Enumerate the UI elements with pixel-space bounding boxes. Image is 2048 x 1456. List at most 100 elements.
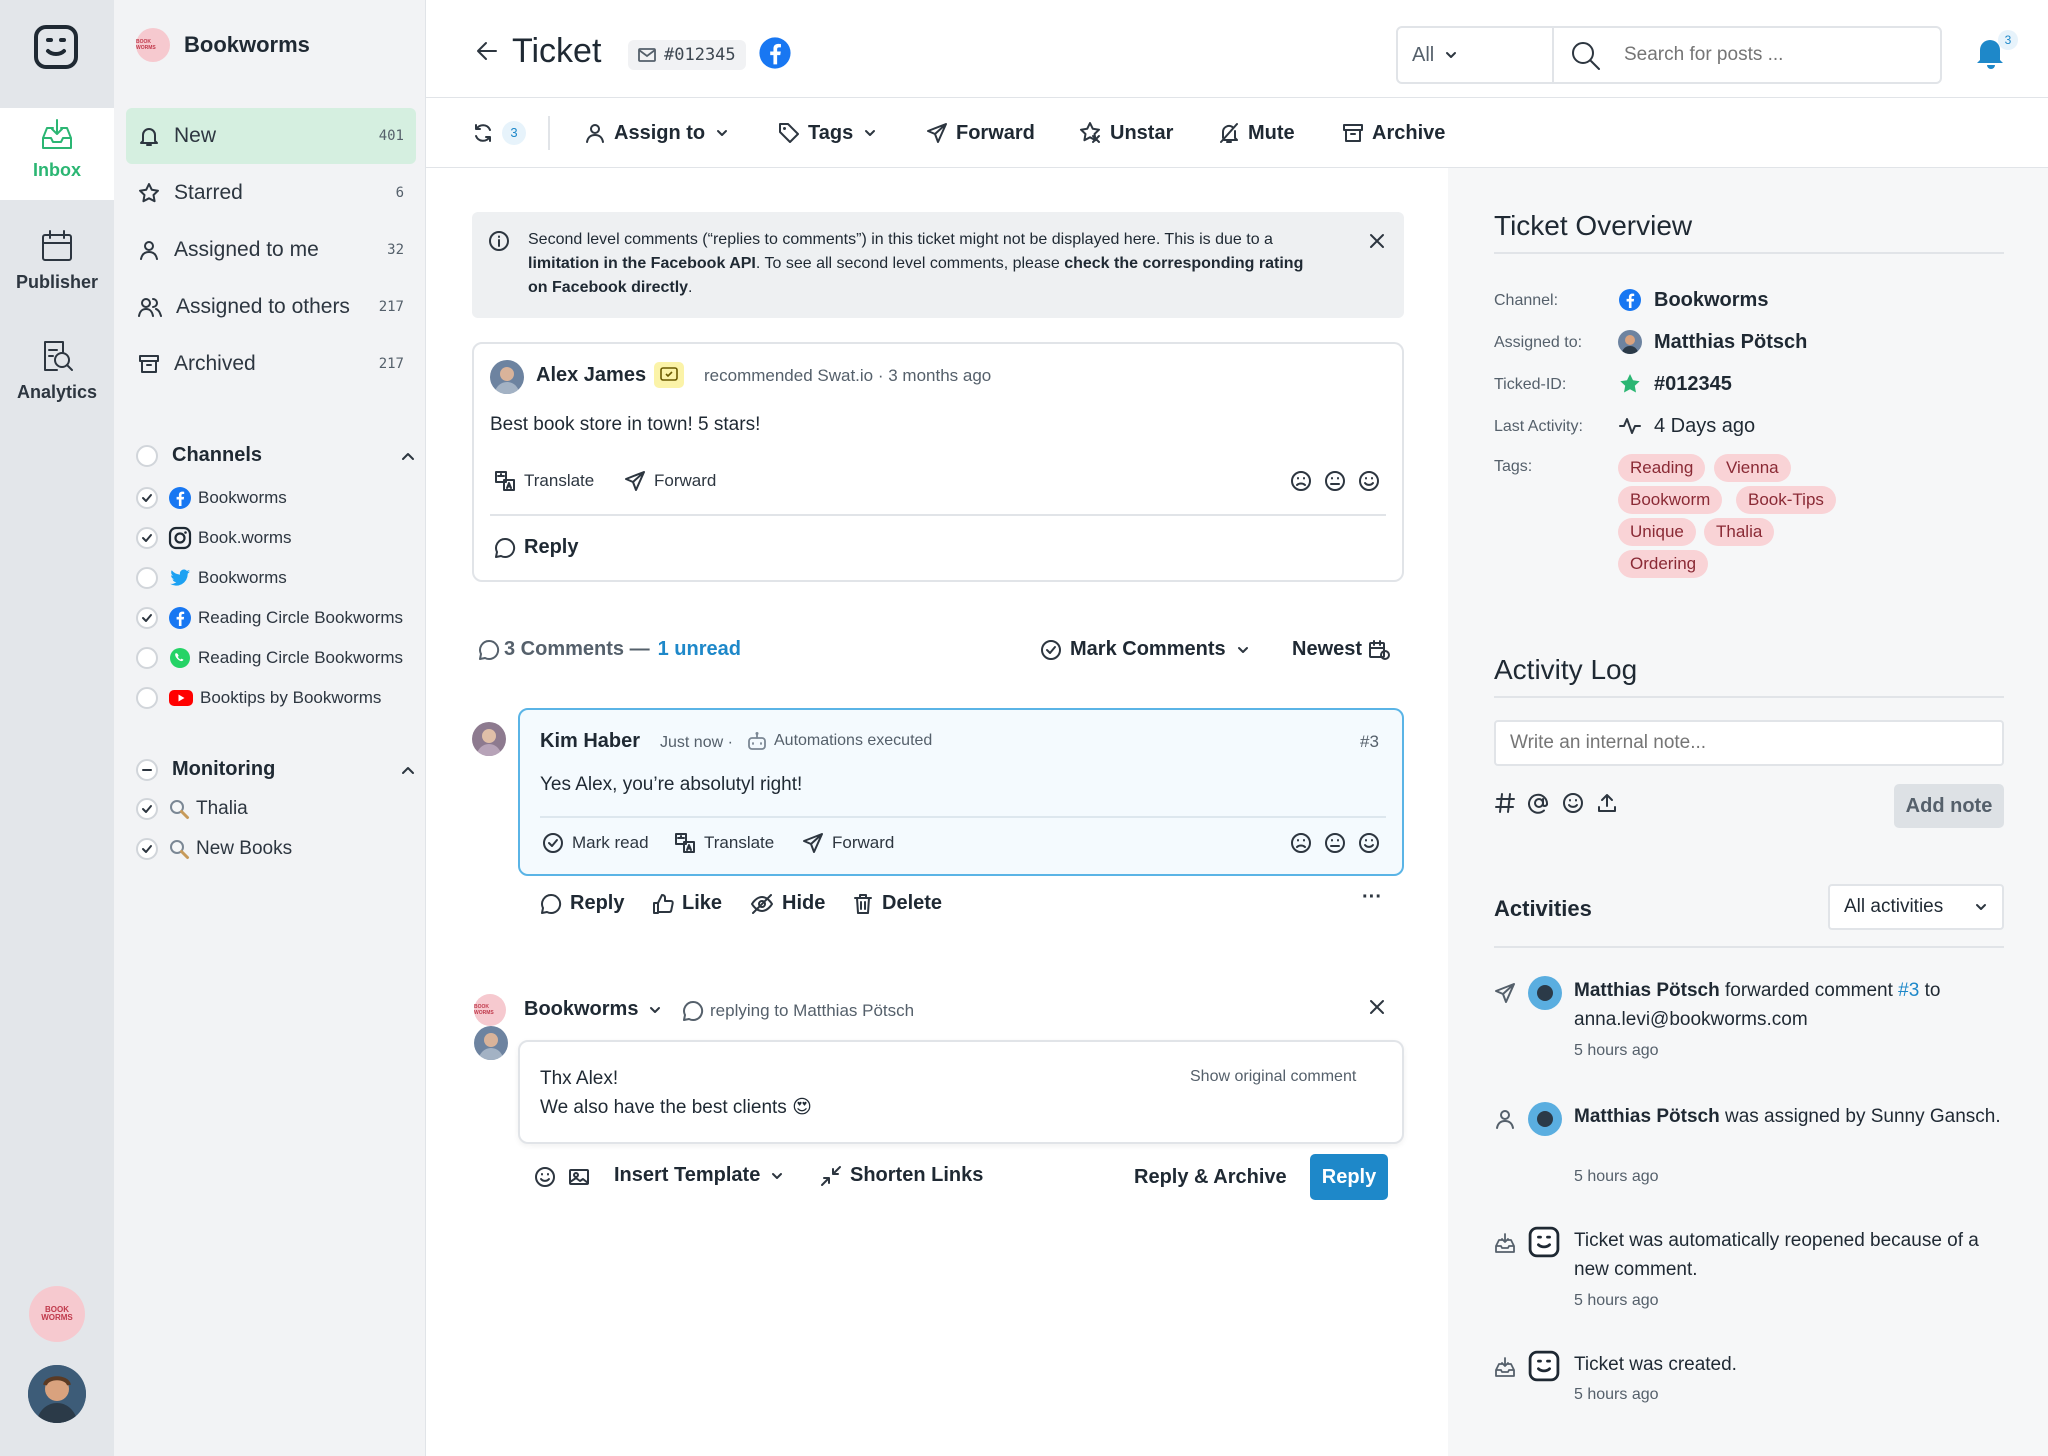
channel-row[interactable]: Book.worms — [136, 526, 426, 550]
rail-publisher[interactable]: Publisher — [0, 228, 114, 293]
emoji-icon[interactable] — [1562, 792, 1584, 814]
internal-note-input[interactable] — [1494, 720, 2004, 766]
activity-actor[interactable]: Matthias Pötsch — [1574, 1106, 1720, 1127]
check-icon[interactable] — [136, 487, 158, 509]
nav-starred[interactable]: Starred 6 — [126, 165, 416, 221]
nav-assigned-others[interactable]: Assigned to others 217 — [126, 279, 416, 335]
monitoring-select-all[interactable] — [136, 758, 158, 781]
back-arrow-icon[interactable] — [474, 38, 500, 64]
search-input[interactable] — [1624, 38, 1924, 72]
post-translate-button[interactable]: Translate — [494, 470, 594, 492]
image-icon[interactable] — [568, 1166, 590, 1188]
tag-chip[interactable]: Reading — [1618, 454, 1706, 482]
post-author[interactable]: Alex James — [536, 364, 646, 387]
chevron-up-icon[interactable] — [400, 762, 416, 778]
sad-face-icon[interactable] — [1290, 470, 1312, 492]
app-logo-icon[interactable] — [33, 24, 79, 70]
send-reply-button[interactable]: Reply — [1310, 1154, 1388, 1200]
comment-forward-button[interactable]: Forward — [802, 832, 894, 854]
comments-count[interactable]: 3 Comments — 1 unread — [478, 638, 741, 661]
chevron-up-icon[interactable] — [400, 448, 416, 464]
check-icon[interactable] — [136, 798, 158, 820]
nav-archived[interactable]: Archived 217 — [126, 336, 416, 392]
happy-face-icon[interactable] — [1358, 470, 1380, 492]
reply-account-select[interactable]: Bookworms — [524, 998, 662, 1021]
close-icon[interactable] — [1368, 232, 1386, 250]
mention-icon[interactable] — [1528, 792, 1550, 814]
overview-tags-label: Tags: — [1494, 458, 1533, 475]
emoji-icon[interactable] — [534, 1166, 556, 1188]
channel-row[interactable]: Booktips by Bookworms — [136, 686, 426, 710]
brand-header[interactable]: BOOK WORMS Bookworms — [136, 28, 310, 62]
activity-actor[interactable]: Matthias Pötsch — [1574, 980, 1720, 1001]
forward-button[interactable]: Forward — [926, 98, 1035, 168]
search-filter-select[interactable]: All — [1398, 28, 1554, 82]
reply-archive-button[interactable]: Reply & Archive — [1134, 1166, 1287, 1189]
user-avatar[interactable] — [28, 1365, 86, 1423]
more-options-button[interactable]: ··· — [1362, 886, 1382, 909]
overview-assigned-value: Matthias Pötsch — [1654, 330, 1808, 353]
checkbox-empty[interactable] — [136, 567, 158, 589]
channel-row[interactable]: Reading Circle Bookworms — [136, 606, 426, 630]
checkbox-empty[interactable] — [136, 687, 158, 709]
tag-chip[interactable]: Book-Tips — [1736, 486, 1836, 514]
monitoring-row[interactable]: Thalia — [136, 798, 426, 820]
tag-chip[interactable]: Vienna — [1714, 454, 1791, 482]
hide-button[interactable]: Hide — [750, 892, 825, 915]
checkbox-empty[interactable] — [136, 647, 158, 669]
monitoring-header[interactable]: Monitoring — [136, 758, 416, 781]
channel-row[interactable]: Bookworms — [136, 566, 426, 590]
post-reply-button[interactable]: Reply — [494, 536, 578, 559]
rail-analytics[interactable]: Analytics — [0, 338, 114, 403]
channel-row[interactable]: Bookworms — [136, 486, 426, 510]
tag-chip[interactable]: Thalia — [1704, 518, 1775, 546]
reply-editor[interactable]: Thx Alex! We also have the best clients … — [518, 1040, 1404, 1144]
channel-row[interactable]: Reading Circle Bookworms — [136, 646, 426, 670]
comment-reply-button[interactable]: Reply — [540, 892, 624, 915]
unstar-button[interactable]: Unstar — [1078, 98, 1173, 168]
hashtag-icon[interactable] — [1494, 792, 1516, 814]
channels-select-all[interactable] — [136, 444, 158, 467]
activities-filter-select[interactable]: All activities — [1828, 884, 2004, 930]
nav-assigned-me[interactable]: Assigned to me 32 — [126, 222, 416, 278]
insert-template-button[interactable]: Insert Template — [614, 1164, 784, 1187]
sort-newest-button[interactable]: Newest — [1292, 638, 1391, 661]
mark-comments-button[interactable]: Mark Comments — [1040, 638, 1250, 661]
show-original-link[interactable]: Show original comment — [1190, 1068, 1356, 1086]
monitoring-row[interactable]: New Books — [136, 838, 426, 860]
rail-inbox[interactable]: Inbox — [0, 108, 114, 200]
comments-unread[interactable]: 1 unread — [658, 638, 741, 661]
happy-face-icon[interactable] — [1358, 832, 1380, 854]
delete-button[interactable]: Delete — [852, 892, 942, 915]
star-icon — [139, 183, 159, 203]
check-icon[interactable] — [136, 527, 158, 549]
activity-link[interactable]: #3 — [1898, 980, 1919, 1001]
notifications-bell-icon[interactable]: 3 — [1974, 30, 2018, 70]
mark-read-button[interactable]: Mark read — [542, 832, 649, 854]
shorten-links-button[interactable]: Shorten Links — [820, 1164, 983, 1187]
neutral-face-icon[interactable] — [1324, 470, 1346, 492]
assign-to-button[interactable]: Assign to — [584, 98, 737, 168]
tags-button[interactable]: Tags — [778, 98, 885, 168]
neutral-face-icon[interactable] — [1324, 832, 1346, 854]
channels-header[interactable]: Channels — [136, 444, 416, 467]
comment-translate-button[interactable]: Translate — [674, 832, 774, 854]
nav-new[interactable]: New 401 — [126, 108, 416, 164]
tag-chip[interactable]: Ordering — [1618, 550, 1709, 578]
comment-author[interactable]: Kim Haber — [540, 730, 640, 753]
like-button[interactable]: Like — [652, 892, 722, 915]
brand-avatar[interactable]: BOOK WORMS — [29, 1286, 85, 1342]
check-icon[interactable] — [136, 838, 158, 860]
upload-icon[interactable] — [1596, 792, 1618, 814]
mute-button[interactable]: Mute — [1218, 98, 1295, 168]
archive-button[interactable]: Archive — [1342, 98, 1445, 168]
sad-face-icon[interactable] — [1290, 832, 1312, 854]
add-note-button[interactable]: Add note — [1894, 784, 2004, 828]
tag-chip[interactable]: Unique — [1618, 518, 1696, 546]
close-icon[interactable] — [1368, 998, 1386, 1016]
check-icon[interactable] — [136, 607, 158, 629]
tag-chip[interactable]: Bookworm — [1618, 486, 1723, 514]
refresh-button[interactable]: 3 — [472, 98, 526, 168]
post-forward-button[interactable]: Forward — [624, 470, 716, 492]
overview-assigned[interactable]: Matthias Pötsch — [1618, 330, 1807, 354]
